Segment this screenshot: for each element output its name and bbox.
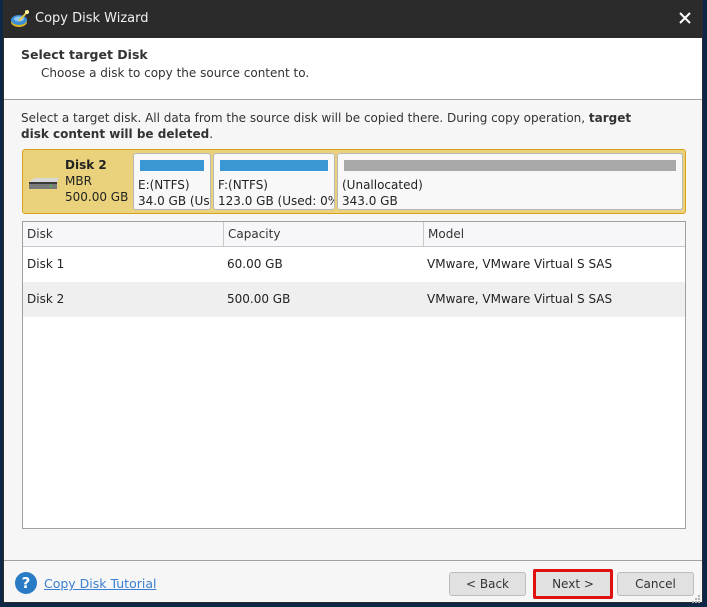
table-row[interactable]: Disk 1 60.00 GB VMware, VMware Virtual S… xyxy=(23,247,685,282)
disk-name: Disk 2 xyxy=(65,158,107,172)
table-header: Disk Capacity Model xyxy=(23,222,685,247)
help-icon[interactable]: ? xyxy=(15,572,37,594)
partition-label: F:(NTFS) xyxy=(218,178,268,192)
partition-label: E:(NTFS) xyxy=(138,178,190,192)
selected-disk-map[interactable]: Disk 2 MBR 500.00 GB E:(NTFS) 34.0 GB (U… xyxy=(22,149,686,214)
table-row-selected[interactable]: Disk 2 500.00 GB VMware, VMware Virtual … xyxy=(23,282,685,317)
window-title: Copy Disk Wizard xyxy=(35,11,149,26)
copy-disk-tutorial-link[interactable]: Copy Disk Tutorial xyxy=(44,576,156,591)
title-bar: Copy Disk Wizard xyxy=(4,1,702,38)
partition-usage-bar xyxy=(220,160,328,171)
back-button[interactable]: < Back xyxy=(449,572,526,596)
partition-size: 34.0 GB (Used: 0%) xyxy=(138,194,210,208)
partition-usage-bar xyxy=(344,160,676,171)
cell-model: VMware, VMware Virtual S SAS xyxy=(427,292,613,306)
next-button[interactable]: Next > xyxy=(533,569,613,599)
partition-size: 343.0 GB xyxy=(342,194,398,208)
close-icon xyxy=(679,12,691,27)
cancel-button[interactable]: Cancel xyxy=(617,572,694,596)
disk-list-table: Disk Capacity Model Disk 1 60.00 GB VMwa… xyxy=(22,221,686,529)
cell-model: VMware, VMware Virtual S SAS xyxy=(427,257,613,271)
partition-f[interactable]: F:(NTFS) 123.0 GB (Used: 0%) xyxy=(213,153,335,210)
instruction-suffix: . xyxy=(209,127,214,141)
instruction-text: Select a target disk. All data from the … xyxy=(21,110,661,142)
cell-disk: Disk 1 xyxy=(27,257,65,271)
column-header-disk[interactable]: Disk xyxy=(23,222,223,246)
column-header-model[interactable]: Model xyxy=(423,222,685,246)
disk-info: Disk 2 MBR 500.00 GB xyxy=(23,150,131,213)
cell-capacity: 500.00 GB xyxy=(227,292,291,306)
close-button[interactable] xyxy=(668,1,702,38)
copy-disk-wizard-window: Copy Disk Wizard Select target Disk Choo… xyxy=(3,0,703,603)
cell-disk: Disk 2 xyxy=(27,292,65,306)
column-header-capacity[interactable]: Capacity xyxy=(223,222,423,246)
partition-unallocated[interactable]: (Unallocated) 343.0 GB xyxy=(337,153,683,210)
partition-size: 123.0 GB (Used: 0%) xyxy=(218,194,335,208)
step-title: Select target Disk xyxy=(21,47,148,62)
resize-grip-icon[interactable] xyxy=(692,592,700,603)
wizard-header: Select target Disk Choose a disk to copy… xyxy=(4,38,702,100)
cell-capacity: 60.00 GB xyxy=(227,257,283,271)
partition-label: (Unallocated) xyxy=(342,178,423,192)
partition-usage-bar xyxy=(140,160,204,171)
hard-drive-icon xyxy=(27,178,59,193)
disk-partition-style: MBR xyxy=(65,174,92,188)
instruction-main: Select a target disk. All data from the … xyxy=(21,111,589,125)
disk-size: 500.00 GB xyxy=(65,190,129,204)
footer-divider xyxy=(4,560,702,561)
step-subtitle: Choose a disk to copy the source content… xyxy=(41,66,310,80)
wizard-app-icon xyxy=(10,9,30,29)
partition-e[interactable]: E:(NTFS) 34.0 GB (Used: 0%) xyxy=(133,153,211,210)
